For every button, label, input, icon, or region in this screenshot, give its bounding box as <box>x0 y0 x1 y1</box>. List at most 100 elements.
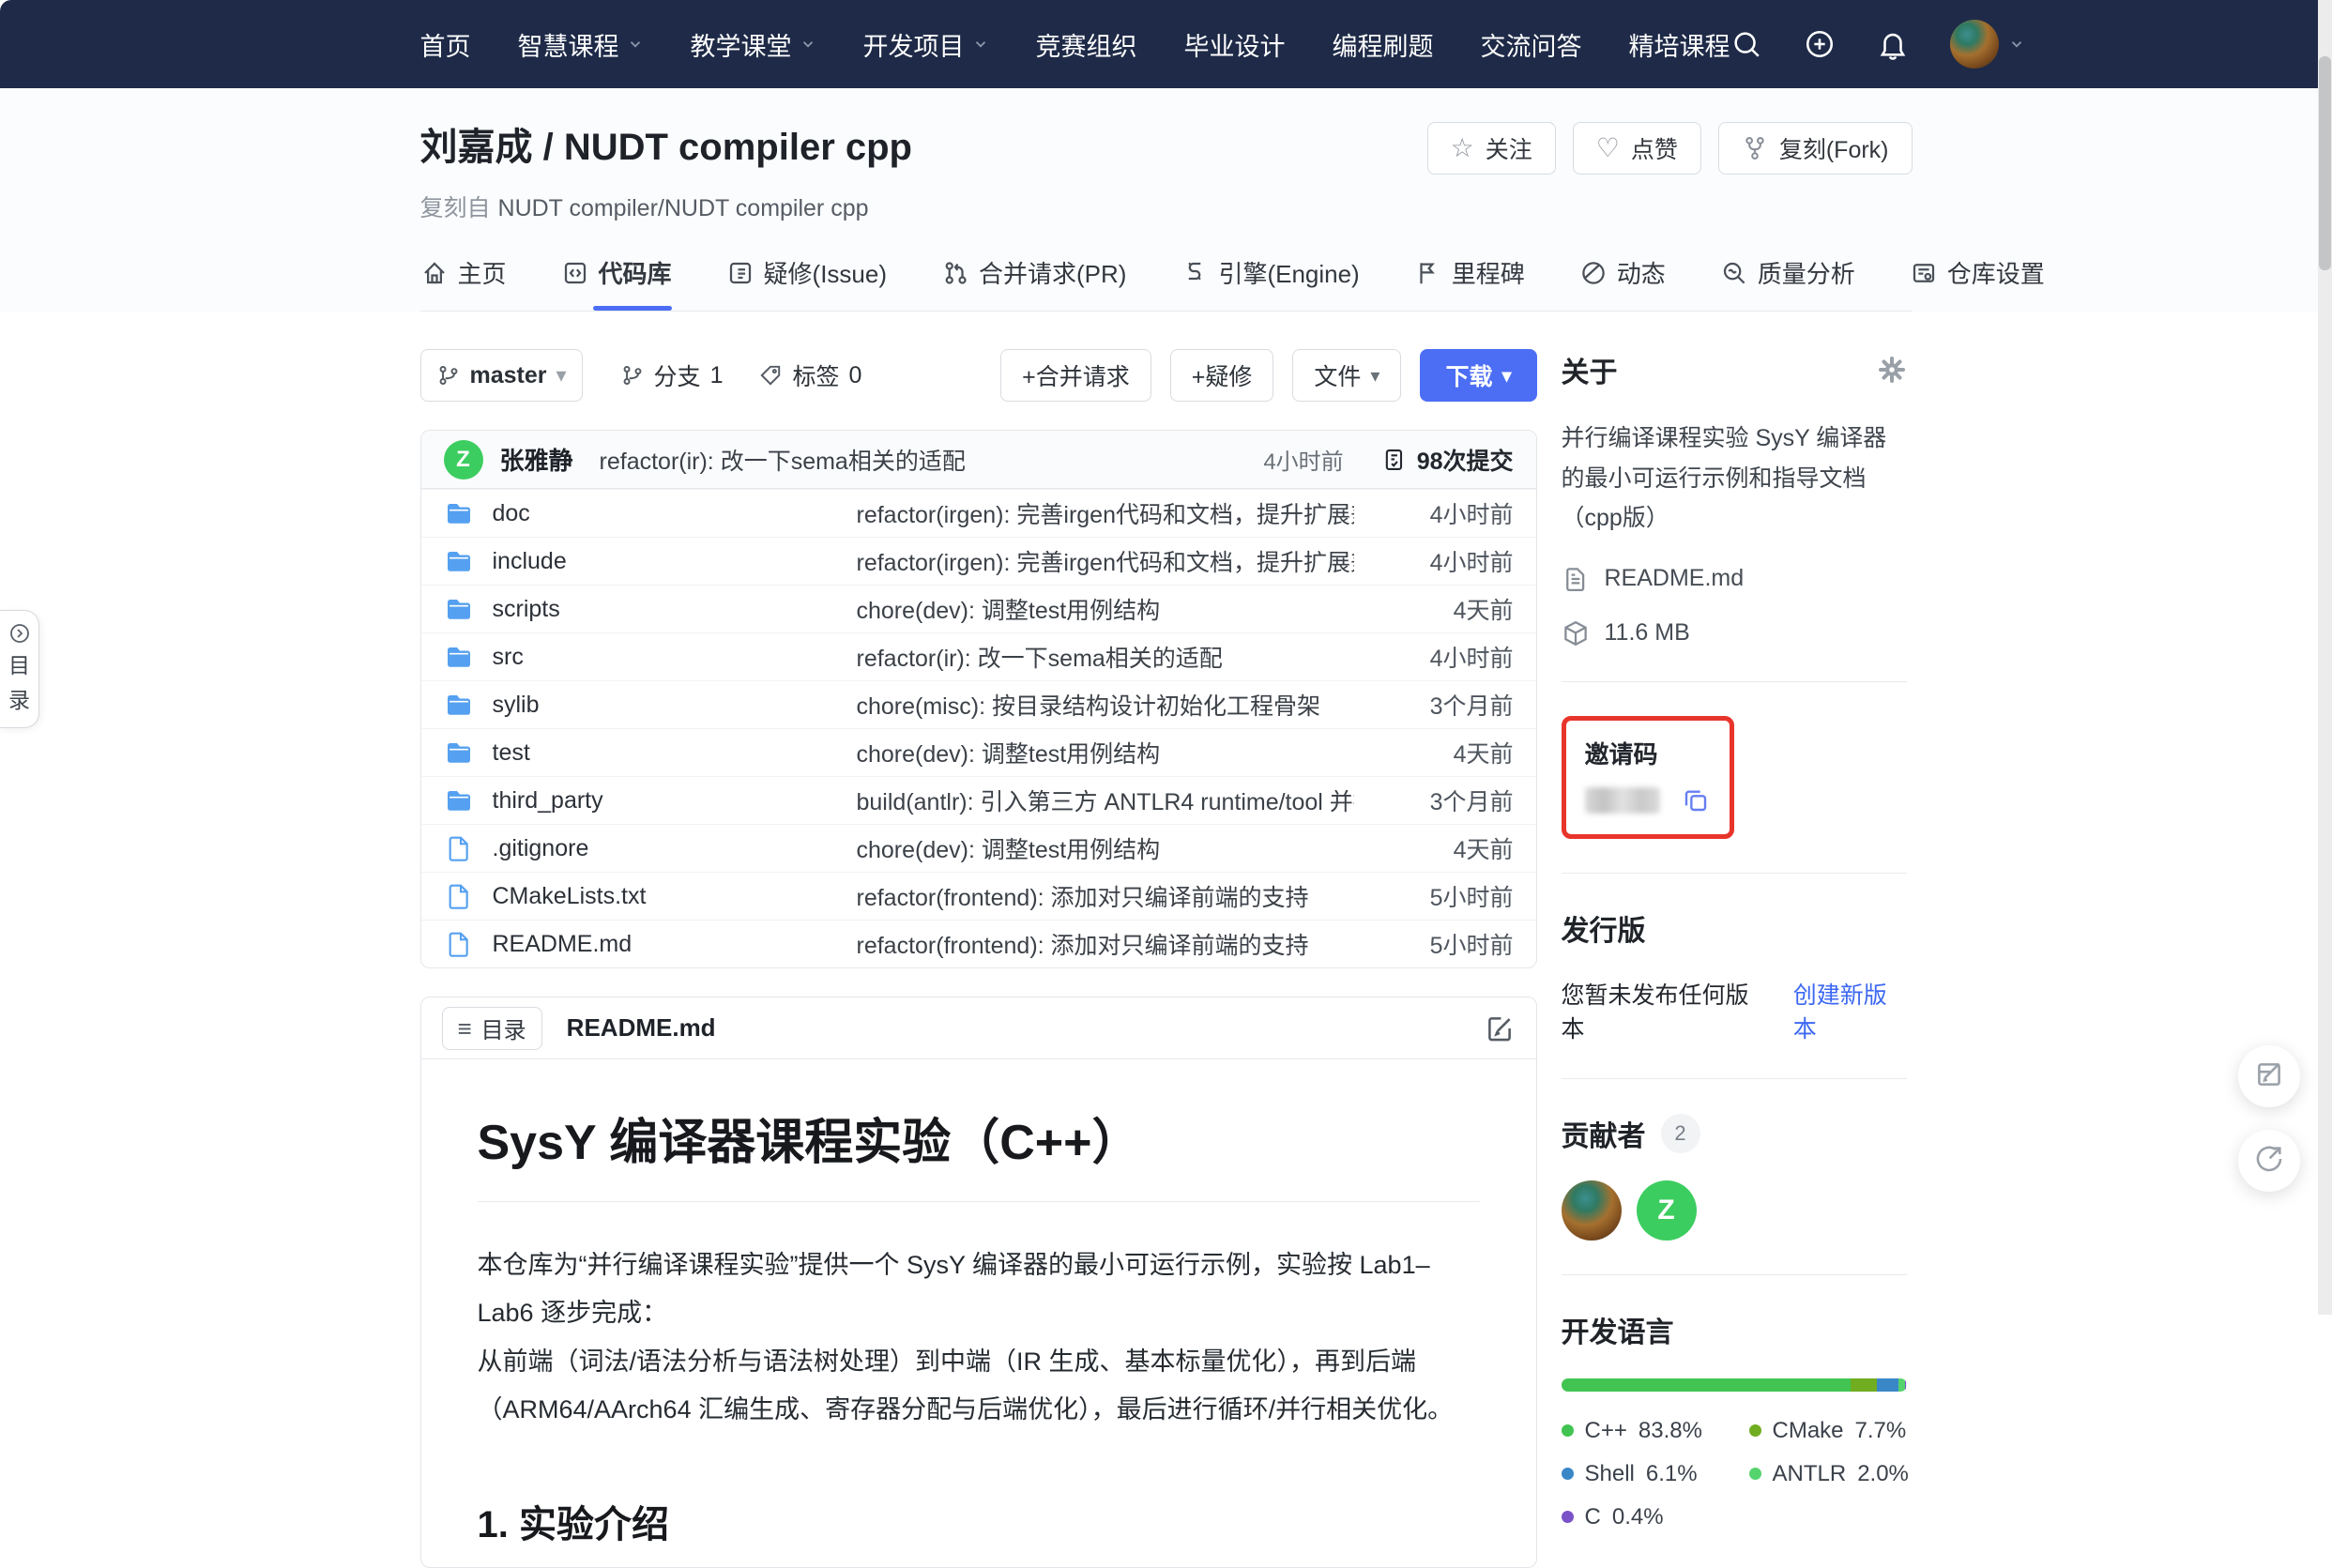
branch-selector[interactable]: master ▾ <box>420 349 583 402</box>
contributor-avatar[interactable]: Z <box>1637 1180 1697 1241</box>
download-button[interactable]: 下载▾ <box>1420 349 1536 402</box>
table-row[interactable]: src refactor(ir): 改一下sema相关的适配 4小时前 <box>421 632 1536 680</box>
tab-activity[interactable]: 动态 <box>1579 255 1666 311</box>
tab-code[interactable]: 代码库 <box>561 255 672 311</box>
activity-icon <box>1579 259 1608 287</box>
tags-link[interactable]: 标签 0 <box>758 358 861 392</box>
toc-button[interactable]: ≡目录 <box>442 1007 542 1050</box>
branches-link[interactable]: 分支 1 <box>620 358 724 392</box>
file-name[interactable]: CMakeLists.txt <box>493 883 647 910</box>
create-release-link[interactable]: 创建新版本 <box>1793 977 1907 1044</box>
table-row[interactable]: third_party build(antlr): 引入第三方 ANTLR4 r… <box>421 776 1536 824</box>
file-name[interactable]: include <box>493 548 567 575</box>
fork-button[interactable]: 复刻(Fork) <box>1718 122 1913 175</box>
nav-item-coding-practice[interactable]: 编程刷题 <box>1333 26 1434 63</box>
table-row[interactable]: sylib chore(misc): 按目录结构设计初始化工程骨架 3个月前 <box>421 680 1536 728</box>
file-commit-message[interactable]: refactor(ir): 改一下sema相关的适配 <box>857 640 1354 674</box>
tab-pull-requests[interactable]: 合并请求(PR) <box>941 255 1126 311</box>
table-row[interactable]: include refactor(irgen): 完善irgen代码和文档，提升… <box>421 537 1536 585</box>
table-row[interactable]: test chore(dev): 调整test用例结构 4天前 <box>421 728 1536 776</box>
file-commit-time: 5小时前 <box>1354 879 1514 913</box>
nav-item-home[interactable]: 首页 <box>420 26 471 63</box>
tab-issues[interactable]: 疑修(Issue) <box>726 255 887 311</box>
nav-item-qa-forum[interactable]: 交流问答 <box>1481 26 1582 63</box>
user-avatar[interactable] <box>1950 20 2025 69</box>
tab-milestones[interactable]: 里程碑 <box>1414 255 1525 311</box>
scrollbar-track[interactable] <box>2318 0 2332 1315</box>
file-commit-message[interactable]: chore(misc): 按目录结构设计初始化工程骨架 <box>857 688 1354 722</box>
like-button[interactable]: ♡点赞 <box>1573 122 1701 175</box>
plus-circle-icon[interactable] <box>1804 28 1836 60</box>
branches-count: 1 <box>710 362 724 389</box>
new-pull-request-button[interactable]: +合并请求 <box>1000 349 1151 402</box>
language-segment <box>1898 1378 1905 1392</box>
nav-item-graduation-design[interactable]: 毕业设计 <box>1184 26 1286 63</box>
file-commit-message[interactable]: chore(dev): 调整test用例结构 <box>857 592 1354 626</box>
files-dropdown-button[interactable]: 文件▾ <box>1292 349 1401 402</box>
folder-icon <box>444 498 474 528</box>
contributor-avatar[interactable] <box>1562 1180 1622 1241</box>
table-row[interactable]: doc refactor(irgen): 完善irgen代码和文档，提升扩展兼容… <box>421 489 1536 537</box>
readme-link-row[interactable]: README.md <box>1562 565 1907 593</box>
commits-count-link[interactable]: 98次提交 <box>1381 443 1514 477</box>
fork-source-link[interactable]: NUDT compiler/NUDT compiler cpp <box>498 195 869 221</box>
tab-engine[interactable]: 引擎(Engine) <box>1181 255 1359 311</box>
tab-home[interactable]: 主页 <box>420 255 507 311</box>
language-name: C++ <box>1585 1418 1627 1444</box>
table-row[interactable]: CMakeLists.txt refactor(frontend): 添加对只编… <box>421 872 1536 920</box>
caret-down-icon: ▾ <box>1501 364 1511 388</box>
readme-link[interactable]: README.md <box>1605 565 1745 592</box>
legend-item: C0.4% <box>1562 1504 1749 1530</box>
file-commit-message[interactable]: refactor(irgen): 完善irgen代码和文档，提升扩展兼容性 <box>857 544 1354 578</box>
repo-toolbar: master ▾ 分支 1 标签 0 +合并请求 <box>420 349 1537 402</box>
file-commit-message[interactable]: chore(dev): 调整test用例结构 <box>857 831 1354 865</box>
legend-item: CMake7.7% <box>1749 1418 1909 1444</box>
feedback-edit-button[interactable] <box>2238 1045 2300 1107</box>
readme-card: ≡目录 README.md SysY 编译器课程实验（C++） 本仓库为“并行编… <box>420 997 1537 1568</box>
watch-button[interactable]: ☆关注 <box>1427 122 1556 175</box>
commit-author-avatar[interactable]: Z <box>444 440 483 480</box>
nav-item-smart-courses[interactable]: 智慧课程 <box>518 26 644 63</box>
language-name: Shell <box>1585 1461 1635 1487</box>
file-name[interactable]: test <box>493 739 530 767</box>
nav-item-teaching-class[interactable]: 教学课堂 <box>691 26 816 63</box>
new-issue-button[interactable]: +疑修 <box>1170 349 1274 402</box>
file-name[interactable]: src <box>493 644 524 671</box>
commit-author-name[interactable]: 张雅静 <box>500 442 573 477</box>
table-row[interactable]: scripts chore(dev): 调整test用例结构 4天前 <box>421 585 1536 632</box>
copy-icon[interactable] <box>1681 785 1711 815</box>
file-name[interactable]: sylib <box>493 692 540 719</box>
folder-icon <box>444 738 474 768</box>
file-commit-message[interactable]: refactor(irgen): 完善irgen代码和文档，提升扩展兼容性 <box>857 496 1354 530</box>
search-icon[interactable] <box>1730 28 1762 60</box>
toc-side-tab[interactable]: 目 录 <box>0 610 39 728</box>
gear-icon[interactable] <box>1877 355 1907 385</box>
file-name[interactable]: README.md <box>493 931 633 958</box>
folder-icon <box>444 642 474 672</box>
nav-item-dev-projects[interactable]: 开发项目 <box>863 26 989 63</box>
file-commit-message[interactable]: chore(dev): 调整test用例结构 <box>857 736 1354 769</box>
tab-settings[interactable]: 仓库设置 <box>1910 255 2045 311</box>
tags-count: 0 <box>848 362 861 389</box>
nav-item-label: 精培课程 <box>1629 26 1730 63</box>
edit-icon[interactable] <box>1484 1012 1516 1044</box>
caret-down-icon: ▾ <box>556 363 567 388</box>
tab-quality-analysis[interactable]: 质量分析 <box>1720 255 1855 311</box>
file-commit-message[interactable]: refactor(frontend): 添加对只编译前端的支持 <box>857 879 1354 913</box>
nav-item-premium-courses[interactable]: 精培课程 <box>1629 26 1730 63</box>
file-name[interactable]: .gitignore <box>493 835 589 862</box>
bell-icon[interactable] <box>1877 28 1909 60</box>
file-name[interactable]: third_party <box>493 787 603 814</box>
commit-message[interactable]: refactor(ir): 改一下sema相关的适配 <box>600 443 966 477</box>
table-row[interactable]: README.md refactor(frontend): 添加对只编译前端的支… <box>421 920 1536 967</box>
repo-size-row: 11.6 MB <box>1562 619 1907 647</box>
file-commit-message[interactable]: refactor(frontend): 添加对只编译前端的支持 <box>857 927 1354 961</box>
file-name[interactable]: scripts <box>493 596 560 623</box>
scrollbar-thumb[interactable] <box>2319 56 2331 270</box>
file-commit-message[interactable]: build(antlr): 引入第三方 ANTLR4 runtime/tool … <box>857 784 1354 817</box>
file-name[interactable]: doc <box>493 500 530 527</box>
table-row[interactable]: .gitignore chore(dev): 调整test用例结构 4天前 <box>421 824 1536 872</box>
nav-item-label: 交流问答 <box>1481 26 1582 63</box>
share-refresh-button[interactable] <box>2238 1130 2300 1192</box>
nav-item-competitions[interactable]: 竞赛组织 <box>1036 26 1137 63</box>
